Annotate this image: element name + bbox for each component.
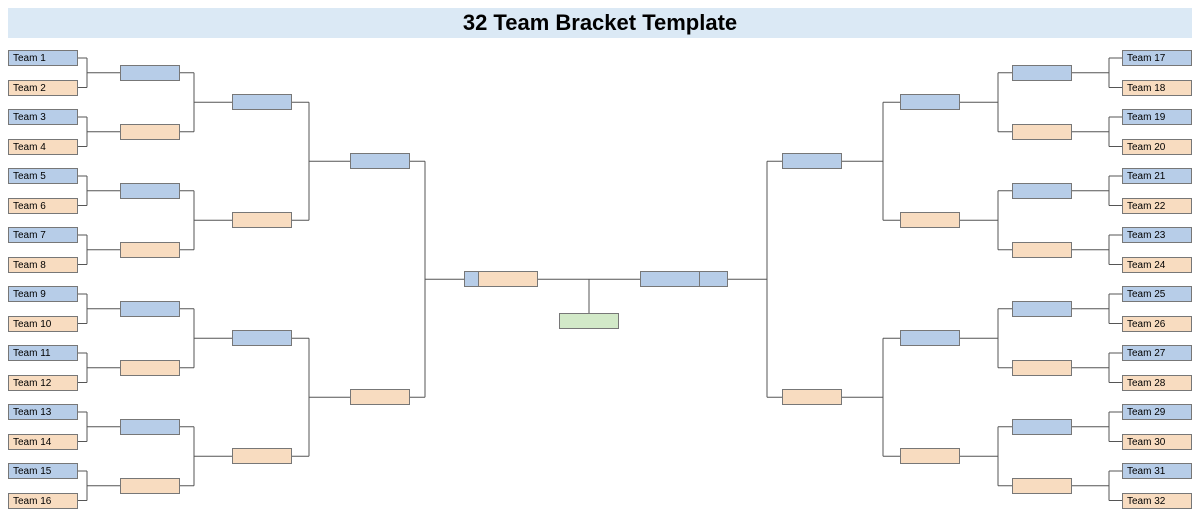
right-team-5[interactable]: Team 21 xyxy=(1122,168,1192,184)
left-r2-4[interactable] xyxy=(120,242,180,258)
left-team-1[interactable]: Team 1 xyxy=(8,50,78,66)
right-team-10[interactable]: Team 26 xyxy=(1122,316,1192,332)
left-r3-2[interactable] xyxy=(232,212,292,228)
left-team-8[interactable]: Team 8 xyxy=(8,257,78,273)
left-team-15[interactable]: Team 15 xyxy=(8,463,78,479)
left-team-16[interactable]: Team 16 xyxy=(8,493,78,509)
right-team-2[interactable]: Team 18 xyxy=(1122,80,1192,96)
right-team-4[interactable]: Team 20 xyxy=(1122,139,1192,155)
right-team-7[interactable]: Team 23 xyxy=(1122,227,1192,243)
right-team-12[interactable]: Team 28 xyxy=(1122,375,1192,391)
left-team-3[interactable]: Team 3 xyxy=(8,109,78,125)
final-left[interactable] xyxy=(478,271,538,287)
right-team-8[interactable]: Team 24 xyxy=(1122,257,1192,273)
left-team-13[interactable]: Team 13 xyxy=(8,404,78,420)
right-team-6[interactable]: Team 22 xyxy=(1122,198,1192,214)
left-team-12[interactable]: Team 12 xyxy=(8,375,78,391)
right-r2-5[interactable] xyxy=(1012,301,1072,317)
right-r2-6[interactable] xyxy=(1012,360,1072,376)
left-team-7[interactable]: Team 7 xyxy=(8,227,78,243)
champion-slot[interactable] xyxy=(559,313,619,329)
left-r3-3[interactable] xyxy=(232,330,292,346)
left-team-14[interactable]: Team 14 xyxy=(8,434,78,450)
right-team-1[interactable]: Team 17 xyxy=(1122,50,1192,66)
left-r3-1[interactable] xyxy=(232,94,292,110)
right-r2-3[interactable] xyxy=(1012,183,1072,199)
left-r2-2[interactable] xyxy=(120,124,180,140)
left-r4-2[interactable] xyxy=(350,389,410,405)
left-r4-1[interactable] xyxy=(350,153,410,169)
final-right[interactable] xyxy=(640,271,700,287)
right-r4-2[interactable] xyxy=(782,389,842,405)
left-r2-1[interactable] xyxy=(120,65,180,81)
left-team-10[interactable]: Team 10 xyxy=(8,316,78,332)
right-r2-7[interactable] xyxy=(1012,419,1072,435)
right-team-16[interactable]: Team 32 xyxy=(1122,493,1192,509)
right-team-3[interactable]: Team 19 xyxy=(1122,109,1192,125)
right-team-14[interactable]: Team 30 xyxy=(1122,434,1192,450)
left-r2-8[interactable] xyxy=(120,478,180,494)
left-r2-7[interactable] xyxy=(120,419,180,435)
right-team-15[interactable]: Team 31 xyxy=(1122,463,1192,479)
left-r3-4[interactable] xyxy=(232,448,292,464)
left-team-4[interactable]: Team 4 xyxy=(8,139,78,155)
left-team-5[interactable]: Team 5 xyxy=(8,168,78,184)
right-r2-2[interactable] xyxy=(1012,124,1072,140)
left-team-6[interactable]: Team 6 xyxy=(8,198,78,214)
right-team-13[interactable]: Team 29 xyxy=(1122,404,1192,420)
right-r2-4[interactable] xyxy=(1012,242,1072,258)
left-team-2[interactable]: Team 2 xyxy=(8,80,78,96)
left-r2-5[interactable] xyxy=(120,301,180,317)
right-r3-4[interactable] xyxy=(900,448,960,464)
right-r2-8[interactable] xyxy=(1012,478,1072,494)
right-team-11[interactable]: Team 27 xyxy=(1122,345,1192,361)
left-team-9[interactable]: Team 9 xyxy=(8,286,78,302)
left-r2-3[interactable] xyxy=(120,183,180,199)
left-r2-6[interactable] xyxy=(120,360,180,376)
right-r2-1[interactable] xyxy=(1012,65,1072,81)
right-r3-3[interactable] xyxy=(900,330,960,346)
right-r3-2[interactable] xyxy=(900,212,960,228)
right-team-9[interactable]: Team 25 xyxy=(1122,286,1192,302)
left-team-11[interactable]: Team 11 xyxy=(8,345,78,361)
right-r3-1[interactable] xyxy=(900,94,960,110)
right-r4-1[interactable] xyxy=(782,153,842,169)
bracket-template: 32 Team Bracket Template Team 1Team 2Tea… xyxy=(0,0,1200,526)
